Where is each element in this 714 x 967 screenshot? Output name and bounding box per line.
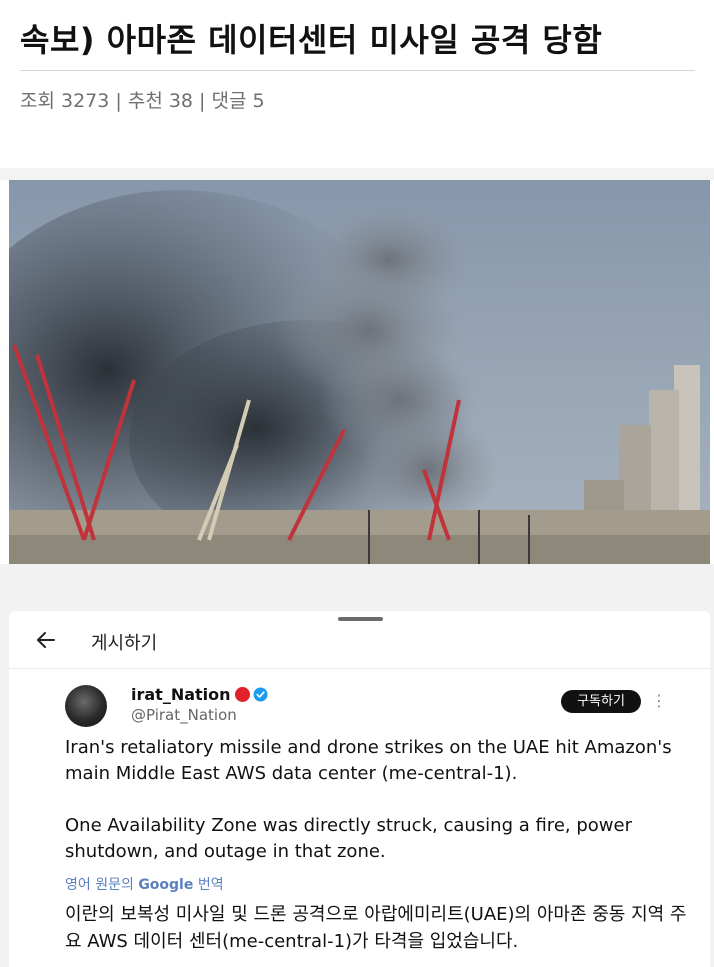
section-gap xyxy=(0,168,714,180)
verified-badge-icon xyxy=(253,687,268,702)
subscribe-button[interactable]: 구독하기 xyxy=(561,690,641,713)
red-circle-icon xyxy=(234,687,250,702)
tweet-paragraph: Iran's retaliatory missile and drone str… xyxy=(65,737,672,784)
sheet-title: 게시하기 xyxy=(91,633,158,654)
post-meta: 조회 3273 | 추천 38 | 댓글 5 xyxy=(20,90,265,112)
arrow-left-icon xyxy=(37,632,55,648)
avatar[interactable] xyxy=(65,685,107,727)
title-divider xyxy=(20,70,695,71)
back-button[interactable] xyxy=(35,629,57,651)
author-handle[interactable]: @Pirat_Nation xyxy=(131,706,237,724)
post-sheet: 게시하기 irat_Nation @Pirat_Nation 구독하기 ⋮ Ir… xyxy=(9,611,710,967)
author-name[interactable]: irat_Nation xyxy=(131,685,268,704)
author-display-name[interactable]: irat_Nation xyxy=(131,685,231,704)
google-logo: Google xyxy=(138,877,194,893)
post-title: 속보) 아마존 데이터센터 미사일 공격 당함 xyxy=(20,21,603,59)
translated-text: 이란의 보복성 미사일 및 드론 공격으로 아랍에미리트(UAE)의 아마존 중… xyxy=(65,904,687,952)
news-photo xyxy=(9,180,710,564)
translation-label[interactable]: 영어 원문의 Google 번역 xyxy=(65,874,224,894)
tweet-paragraph: One Availability Zone was directly struc… xyxy=(65,815,632,862)
translation-suffix: 번역 xyxy=(197,877,224,893)
more-options-icon[interactable]: ⋮ xyxy=(651,689,667,713)
sheet-divider xyxy=(9,668,710,669)
tweet-body: Iran's retaliatory missile and drone str… xyxy=(65,735,685,891)
translation-prefix: 영어 원문의 xyxy=(65,877,134,893)
drag-handle[interactable] xyxy=(338,617,383,621)
smoke-scene-illustration xyxy=(9,180,710,564)
